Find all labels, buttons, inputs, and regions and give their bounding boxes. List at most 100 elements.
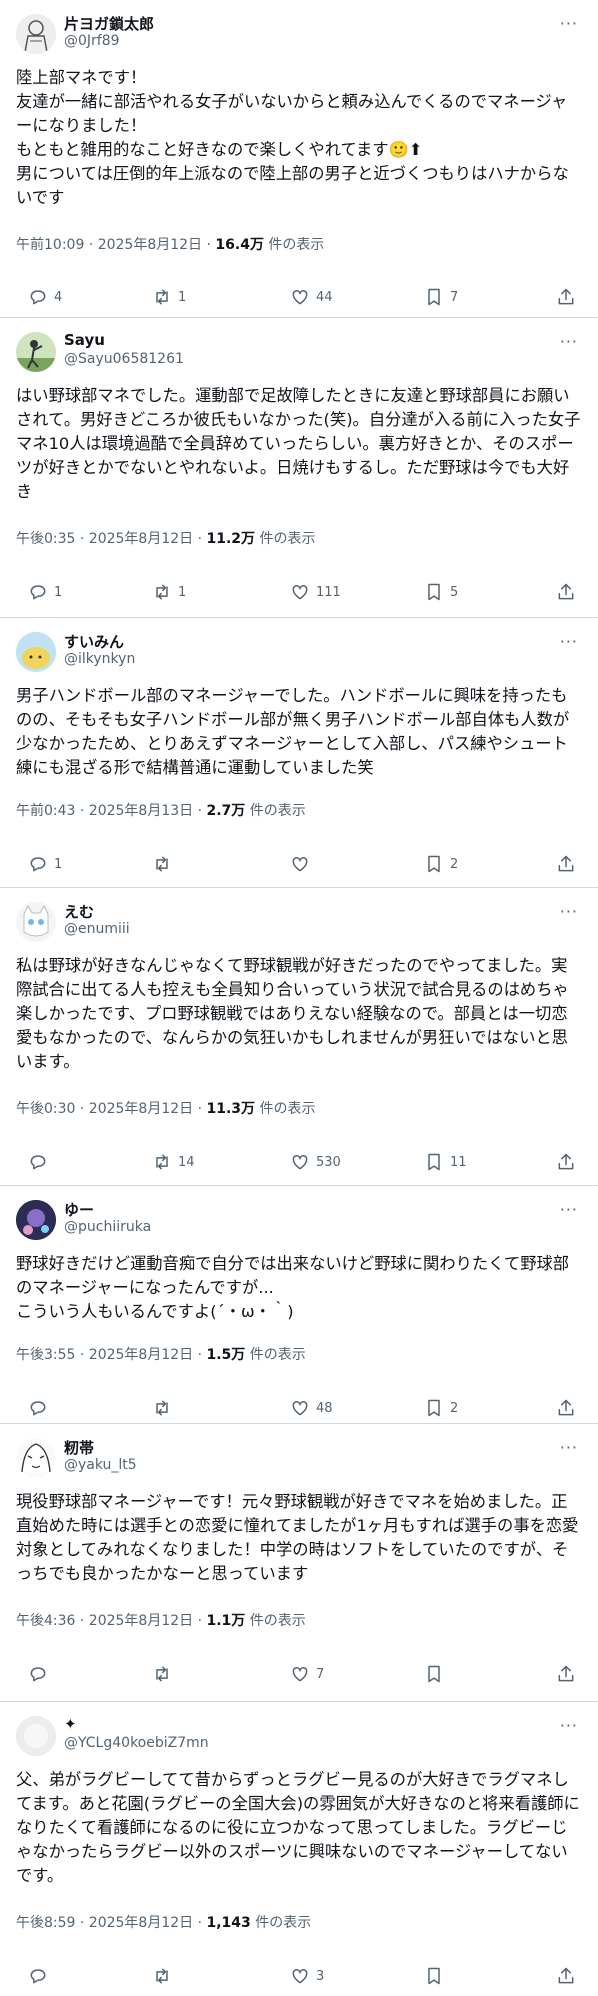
like-button[interactable]: 48 — [290, 1396, 333, 1420]
reply-count: 1 — [54, 584, 63, 600]
share-button[interactable] — [556, 580, 576, 604]
post[interactable]: えむ @enumiii ··· 私は野球が好きなんじゃなくて野球観戦が好きだった… — [0, 888, 598, 1186]
post[interactable]: 籾帯 @yaku_lt5 ··· 現役野球部マネージャーです！元々野球観戦が好き… — [0, 1424, 598, 1702]
share-icon — [558, 1967, 574, 1984]
share-button[interactable] — [556, 1150, 576, 1174]
repost-button[interactable] — [152, 1662, 178, 1686]
author-handle[interactable]: @enumiii — [64, 921, 130, 937]
like-button[interactable]: 111 — [290, 580, 341, 604]
post-meta[interactable]: 午前10:09 · 2025年8月12日 · 16.4万 件の表示 — [16, 234, 324, 254]
post-time[interactable]: 午後4:36 · 2025年8月12日 · — [16, 1613, 207, 1629]
more-icon[interactable]: ··· — [560, 632, 578, 651]
post-meta[interactable]: 午後0:35 · 2025年8月12日 · 11.2万 件の表示 — [16, 528, 316, 548]
like-count: 44 — [316, 289, 333, 305]
like-icon — [292, 1666, 308, 1682]
repost-button[interactable]: 1 — [152, 285, 186, 309]
post-meta[interactable]: 午後0:30 · 2025年8月12日 · 11.3万 件の表示 — [16, 1098, 316, 1118]
post-meta[interactable]: 午後4:36 · 2025年8月12日 · 1.1万 件の表示 — [16, 1610, 306, 1630]
bookmark-button[interactable]: 5 — [424, 580, 458, 604]
avatar[interactable] — [16, 14, 56, 54]
post-meta[interactable]: 午後3:55 · 2025年8月12日 · 1.5万 件の表示 — [16, 1344, 306, 1364]
like-button[interactable]: 530 — [290, 1150, 341, 1174]
reply-icon — [30, 1155, 46, 1170]
author-name[interactable]: 籾帯 — [64, 1437, 94, 1458]
like-button[interactable]: 3 — [290, 1964, 324, 1988]
more-icon[interactable]: ··· — [560, 1200, 578, 1219]
post-time[interactable]: 午前0:43 · 2025年8月13日 · — [16, 803, 207, 819]
reply-button[interactable] — [28, 1150, 54, 1174]
repost-count: 1 — [178, 289, 187, 305]
repost-button[interactable]: 14 — [152, 1150, 195, 1174]
post[interactable]: すいみん @ilkynkyn ··· 男子ハンドボール部のマネージャーでした。ハ… — [0, 618, 598, 888]
author-name[interactable]: すいみん — [64, 631, 124, 652]
view-count: 11.2万 — [206, 531, 256, 547]
share-icon — [558, 1399, 574, 1416]
avatar[interactable] — [16, 332, 56, 372]
post-time[interactable]: 午後0:35 · 2025年8月12日 · — [16, 531, 207, 547]
reply-count: 4 — [54, 289, 63, 305]
reply-button[interactable]: 4 — [28, 285, 62, 309]
author-handle[interactable]: @puchiiruka — [64, 1219, 151, 1235]
reply-button[interactable]: 1 — [28, 852, 62, 876]
bookmark-count: 11 — [450, 1154, 467, 1170]
repost-button[interactable] — [152, 1396, 178, 1420]
author-handle[interactable]: @yaku_lt5 — [64, 1457, 137, 1473]
more-icon[interactable]: ··· — [560, 1716, 578, 1735]
bookmark-button[interactable]: 2 — [424, 852, 458, 876]
repost-icon — [156, 1400, 168, 1416]
repost-button[interactable] — [152, 852, 178, 876]
author-name[interactable]: 片ヨガ鎖太郎 — [64, 13, 154, 34]
reply-button[interactable]: 1 — [28, 580, 62, 604]
author-name[interactable]: ゆー — [64, 1199, 94, 1220]
post-text: 私は野球が好きなんじゃなくて野球観戦が好きだったのでやってました。実際試合に出て… — [16, 956, 569, 1071]
post[interactable]: ゆー @puchiiruka ··· 野球好きだけど運動音痴で自分では出来ないけ… — [0, 1186, 598, 1424]
bookmark-button[interactable]: 11 — [424, 1150, 467, 1174]
share-button[interactable] — [556, 1964, 576, 1988]
reply-button[interactable] — [28, 1662, 54, 1686]
share-button[interactable] — [556, 852, 576, 876]
more-icon[interactable]: ··· — [560, 902, 578, 921]
avatar[interactable] — [16, 902, 56, 942]
more-icon[interactable]: ··· — [560, 1438, 578, 1457]
reply-button[interactable] — [28, 1964, 54, 1988]
post[interactable]: 片ヨガ鎖太郎 @0Jrf89 ··· 陸上部マネです！ 友達が一緒に部活やれる女… — [0, 0, 598, 318]
avatar[interactable] — [16, 1200, 56, 1240]
author-handle[interactable]: @YCLg40koebiZ7mn — [64, 1735, 209, 1751]
more-icon[interactable]: ··· — [560, 14, 578, 33]
author-handle[interactable]: @Sayu06581261 — [64, 351, 184, 367]
bookmark-icon — [428, 288, 440, 306]
post-text: 父、弟がラグビーしてて昔からずっとラグビー見るのが大好きでラグマネしてます。あと… — [16, 1770, 580, 1885]
avatar[interactable] — [16, 1438, 56, 1478]
like-icon — [292, 1154, 308, 1170]
post-time[interactable]: 午前10:09 · 2025年8月12日 · — [16, 237, 215, 253]
bookmark-button[interactable]: 7 — [424, 285, 458, 309]
author-name[interactable]: ✦ — [64, 1715, 77, 1733]
post-time[interactable]: 午後3:55 · 2025年8月12日 · — [16, 1347, 207, 1363]
avatar[interactable] — [16, 632, 56, 672]
reply-button[interactable] — [28, 1396, 54, 1420]
like-button[interactable] — [290, 852, 316, 876]
repost-button[interactable] — [152, 1964, 178, 1988]
post[interactable]: Sayu @Sayu06581261 ··· はい野球部マネでした。運動部で足故… — [0, 318, 598, 618]
author-handle[interactable]: @ilkynkyn — [64, 651, 135, 667]
post-meta[interactable]: 午後8:59 · 2025年8月12日 · 1,143 件の表示 — [16, 1912, 311, 1932]
share-button[interactable] — [556, 1396, 576, 1420]
bookmark-button[interactable] — [424, 1964, 450, 1988]
bookmark-icon — [428, 855, 440, 873]
share-button[interactable] — [556, 1662, 576, 1686]
more-icon[interactable]: ··· — [560, 332, 578, 351]
bookmark-button[interactable]: 2 — [424, 1396, 458, 1420]
like-button[interactable]: 44 — [290, 285, 333, 309]
bookmark-button[interactable] — [424, 1662, 450, 1686]
post[interactable]: ✦ @YCLg40koebiZ7mn ··· 父、弟がラグビーしてて昔からずっと… — [0, 1702, 598, 1996]
author-name[interactable]: Sayu — [64, 331, 105, 349]
post-time[interactable]: 午後8:59 · 2025年8月12日 · — [16, 1915, 207, 1931]
author-name[interactable]: えむ — [64, 901, 94, 922]
like-button[interactable]: 7 — [290, 1662, 324, 1686]
repost-button[interactable]: 1 — [152, 580, 186, 604]
share-button[interactable] — [556, 285, 576, 309]
post-time[interactable]: 午後0:30 · 2025年8月12日 · — [16, 1101, 207, 1117]
author-handle[interactable]: @0Jrf89 — [64, 33, 120, 49]
post-meta[interactable]: 午前0:43 · 2025年8月13日 · 2.7万 件の表示 — [16, 800, 306, 820]
avatar[interactable] — [16, 1716, 56, 1756]
